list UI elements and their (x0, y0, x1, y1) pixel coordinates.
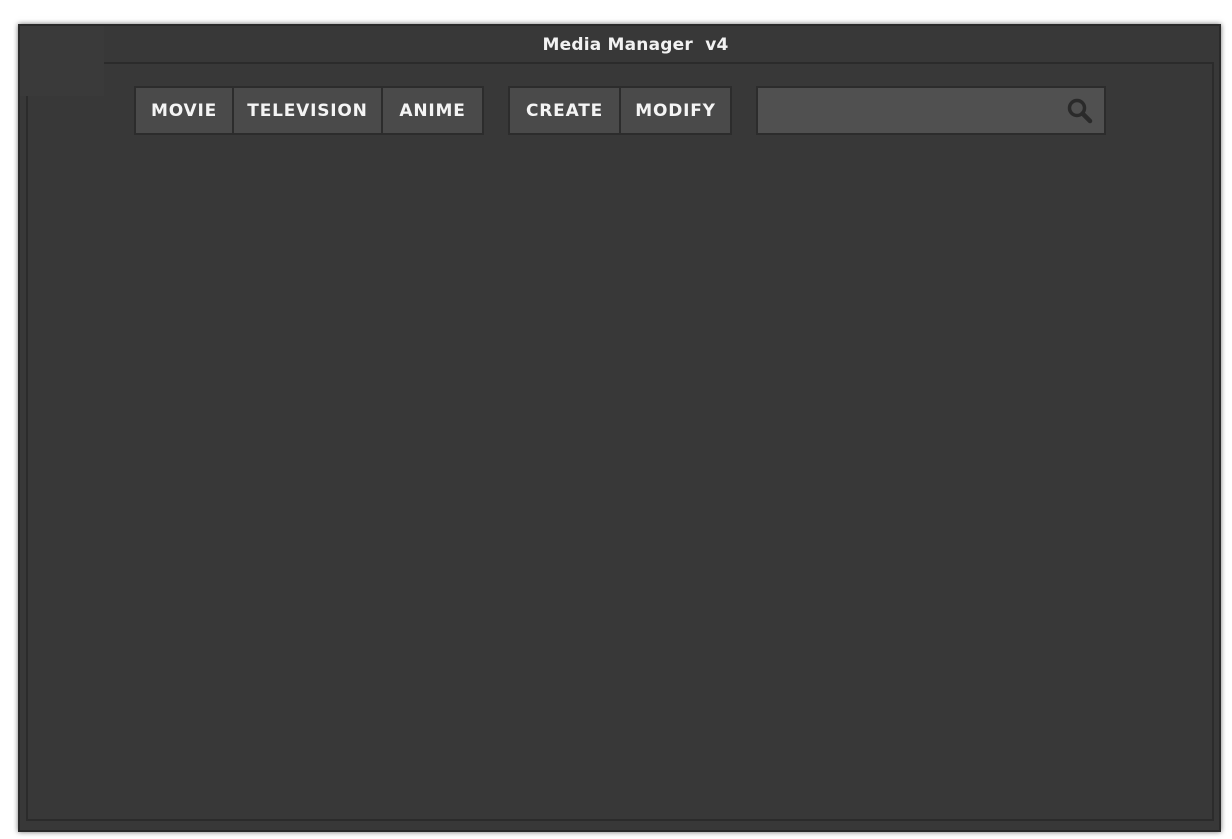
action-buttons: CREATE MODIFY (508, 86, 732, 135)
content-frame-bottom-edge (26, 819, 1214, 821)
search-icon[interactable] (1066, 97, 1094, 125)
search-input[interactable] (758, 88, 1048, 133)
create-button[interactable]: CREATE (510, 88, 619, 133)
window-title: Media Manager v4 (542, 35, 729, 55)
title-bar: Media Manager v4 (20, 26, 1219, 64)
content-frame-left-edge (26, 96, 28, 821)
content-frame (104, 62, 1214, 821)
television-button[interactable]: TELEVISION (232, 88, 381, 133)
anime-button[interactable]: ANIME (381, 88, 482, 133)
movie-button[interactable]: MOVIE (136, 88, 232, 133)
app-window: Media Manager v4 MOVIE TELEVISION ANIME … (18, 24, 1221, 832)
media-type-nav: MOVIE TELEVISION ANIME (134, 86, 484, 135)
modify-button[interactable]: MODIFY (619, 88, 730, 133)
search-box (756, 86, 1106, 135)
